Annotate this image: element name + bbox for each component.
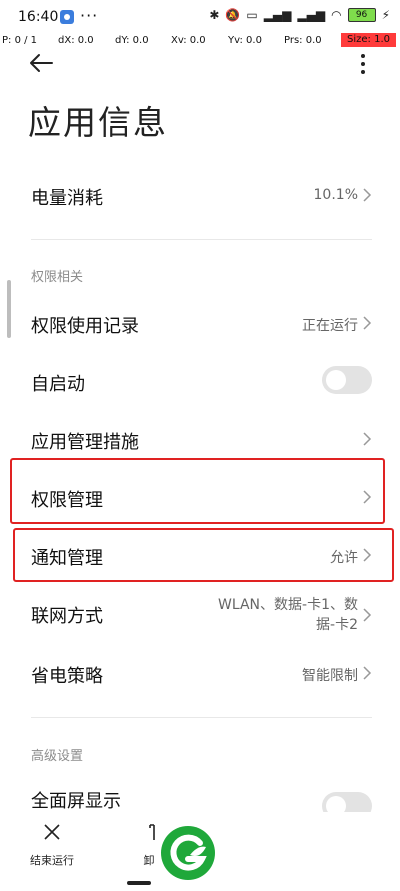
autostart-label: 自启动 [31,374,85,395]
network-mode-value-line2: 据-卡2 [316,617,358,633]
permission-records-value: 正在运行 [302,318,358,334]
app-management-label: 应用管理措施 [31,432,139,453]
watermark-logo-icon [161,826,215,880]
section-header-permissions: 权限相关 [31,270,84,285]
bluetooth-icon: ✱ [209,8,220,22]
more-notifications-icon: ··· [80,6,99,25]
chevron-right-icon [363,432,372,446]
status-icons: ✱ 🔕 ▭ ▂▄▆ ▂▄▆ ◠ 96 ⚡ [209,8,390,22]
fullscreen-label: 全面屏显示 [31,791,121,812]
autostart-toggle[interactable] [322,366,372,394]
mute-icon: 🔕 [225,8,241,22]
end-run-button[interactable]: 结束运行 [28,822,76,868]
autostart-row: 自启动 [0,358,400,404]
status-time: 16:40 [18,9,59,25]
back-arrow-icon[interactable] [28,50,54,76]
battery-usage-value: 10.1% [313,187,358,203]
app-management-row[interactable]: 应用管理措施 [0,416,400,462]
network-mode-row[interactable]: 联网方式 WLAN、数据-卡1、数 据-卡2 [0,590,400,640]
trash-icon [149,824,155,840]
power-saving-label: 省电策略 [31,666,103,687]
debug-dy: dY: 0.0 [115,35,149,46]
network-mode-value: WLAN、数据-卡1、数 据-卡2 [218,595,358,635]
status-bar: 16:40 ··· ✱ 🔕 ▭ ▂▄▆ ▂▄▆ ◠ 96 ⚡ [0,0,400,36]
power-saving-value: 智能限制 [302,668,358,684]
debug-yv: Yv: 0.0 [228,35,262,46]
pointer-debug-overlay: P: 0 / 1 dX: 0.0 dY: 0.0 Xv: 0.0 Yv: 0.0… [0,33,400,49]
debug-dx: dX: 0.0 [58,35,94,46]
end-run-label: 结束运行 [30,854,74,867]
battery-usage-row[interactable]: 电量消耗 10.1% [0,172,400,218]
charging-icon: ⚡ [381,8,390,22]
chevron-right-icon [363,188,372,202]
debug-xv: Xv: 0.0 [171,35,206,46]
toggle-knob [326,370,346,390]
more-options-icon[interactable] [358,52,368,76]
section-header-advanced: 高级设置 [31,749,84,764]
network-mode-label: 联网方式 [31,606,103,627]
debug-pointer-count: P: 0 / 1 [2,35,38,46]
laptop-icon: ▭ [246,8,258,22]
home-indicator[interactable] [127,881,151,885]
wifi-icon: ◠ [331,8,342,22]
debug-prs: Prs: 0.0 [284,35,322,46]
divider [31,717,372,718]
debug-size: Size: 1.0 [341,33,396,47]
chevron-right-icon [363,316,372,330]
power-saving-row[interactable]: 省电策略 智能限制 [0,650,400,696]
network-mode-value-line1: WLAN、数据-卡1、数 [218,597,358,613]
signal-icon: ▂▄▆ [297,8,326,22]
signal-icon: ▂▄▆ [263,8,292,22]
chevron-right-icon [363,666,372,680]
divider [31,239,372,240]
highlight-box [13,528,394,582]
permission-records-label: 权限使用记录 [31,316,139,337]
app-notification-icon [60,10,74,24]
permission-records-row[interactable]: 权限使用记录 正在运行 [0,300,400,346]
chevron-right-icon [363,608,372,622]
battery-icon: 96 [347,8,376,22]
close-icon [44,824,60,840]
highlight-box [10,458,385,524]
battery-usage-label: 电量消耗 [31,188,103,209]
page-title: 应用信息 [28,103,168,142]
